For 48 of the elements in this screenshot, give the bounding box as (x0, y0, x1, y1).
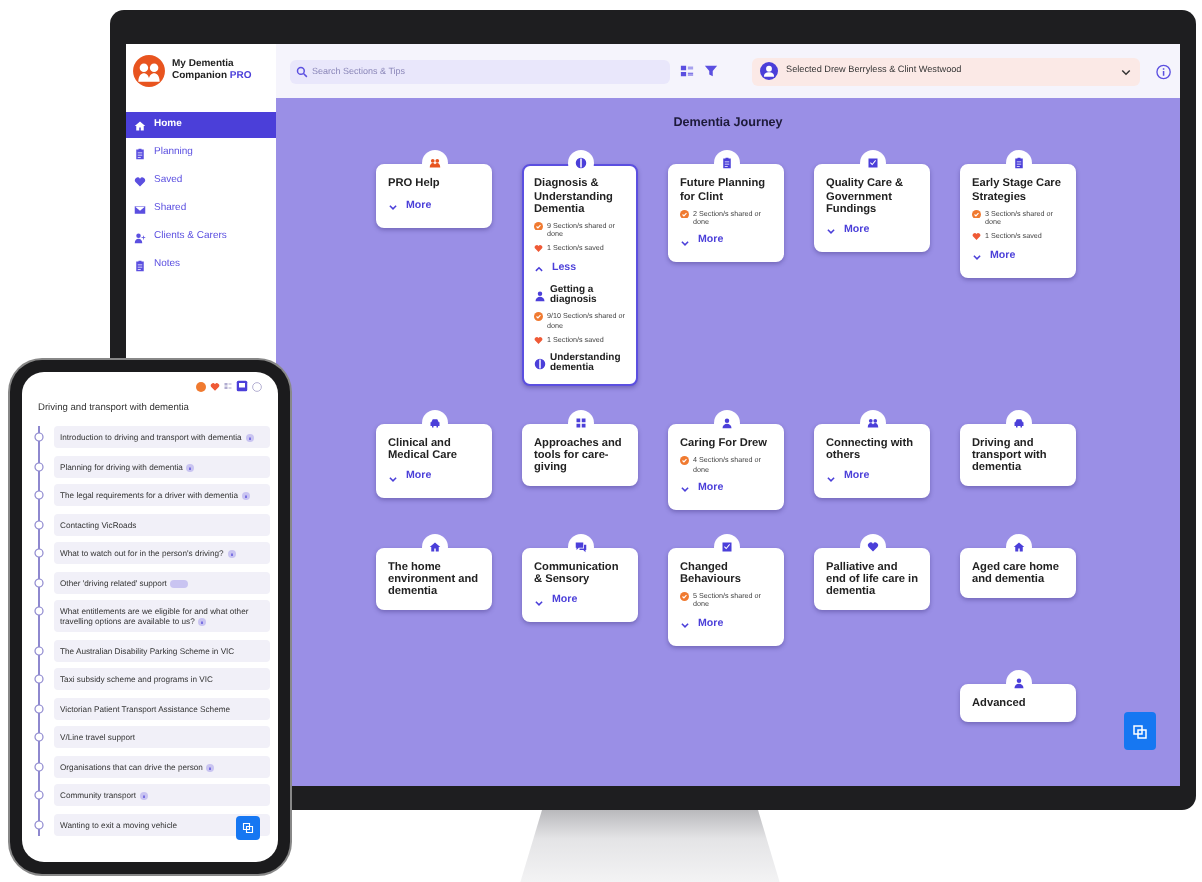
info-icon[interactable] (140, 792, 148, 801)
chevron-down-icon (1120, 65, 1133, 77)
progress-icon (680, 592, 689, 602)
heart-icon (534, 336, 543, 346)
chevron-down-icon (680, 237, 690, 248)
progress-icon (680, 456, 689, 466)
square-icon[interactable] (236, 380, 248, 392)
chevron-down-icon (388, 473, 398, 484)
person-plus-icon (134, 231, 146, 243)
info-icon[interactable] (186, 463, 195, 472)
document-icon (134, 147, 146, 159)
list-icon (224, 382, 232, 390)
info-icon[interactable] (1156, 63, 1172, 79)
chat-button[interactable] (236, 816, 260, 840)
envelope-icon (134, 203, 146, 215)
chevron-down-icon (388, 202, 398, 213)
chevron-down-icon (534, 597, 544, 607)
heart-icon (972, 232, 981, 242)
info-icon[interactable] (245, 434, 254, 443)
progress-icon[interactable] (196, 381, 206, 391)
chevron-down-icon (972, 252, 982, 263)
filter-icon (704, 64, 718, 78)
home-icon (134, 119, 146, 131)
info-icon[interactable] (198, 618, 207, 627)
info-icon[interactable] (206, 763, 215, 772)
info-icon[interactable] (241, 492, 250, 501)
chevron-down-icon (680, 620, 690, 631)
heart-icon (210, 381, 220, 391)
chat-icon (242, 822, 254, 834)
progress-icon (534, 221, 543, 231)
chevron-down-icon (826, 226, 836, 237)
heart-icon (134, 175, 146, 187)
list-view-icon (680, 64, 694, 78)
progress-icon (680, 209, 689, 219)
chevron-down-icon (680, 484, 690, 495)
chevron-up-icon (534, 264, 544, 275)
chat-button[interactable] (1124, 712, 1156, 750)
info-icon[interactable] (227, 550, 236, 559)
chevron-down-icon (826, 473, 836, 484)
progress-icon (534, 312, 543, 322)
document-icon (134, 259, 146, 271)
globe-icon (534, 357, 546, 370)
progress-icon (972, 209, 981, 219)
user-avatar-icon (760, 62, 778, 80)
logo-icon (132, 54, 166, 88)
heart-icon (534, 244, 543, 254)
person-icon (534, 290, 546, 303)
chat-icon (1132, 723, 1148, 739)
